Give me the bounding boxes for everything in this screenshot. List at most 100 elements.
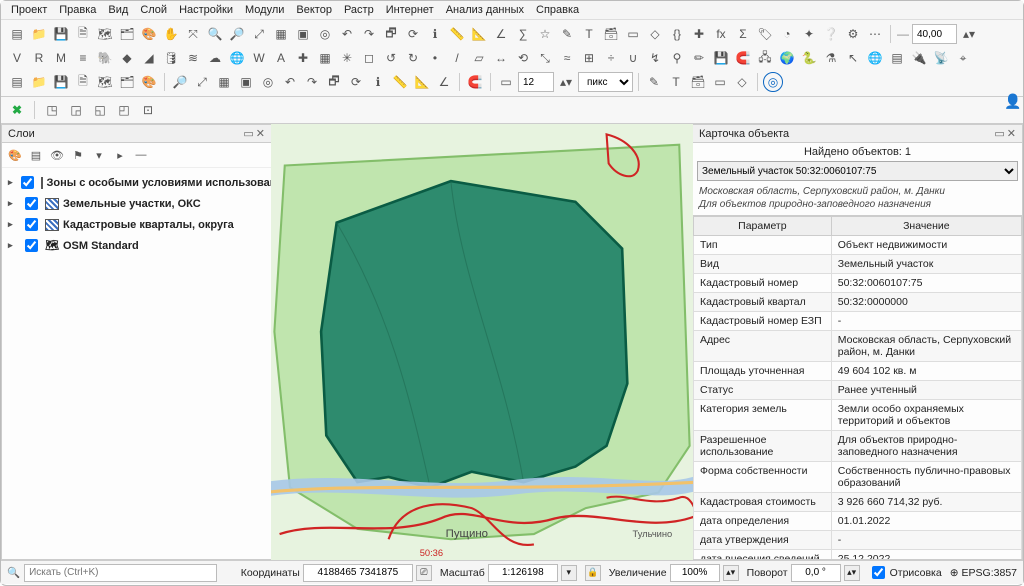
options-icon[interactable]: ⋯	[865, 24, 885, 44]
table-row[interactable]: ТипОбъект недвижимости	[694, 236, 1022, 255]
avoid-intersections-icon[interactable]: 🗃	[688, 72, 708, 92]
add-delimited-icon[interactable]: ≡	[73, 48, 93, 68]
add-mesh-icon[interactable]: M	[51, 48, 71, 68]
save-edits-icon[interactable]: 💾	[711, 48, 731, 68]
field-calculator-icon[interactable]: fx	[711, 24, 731, 44]
simplify-icon[interactable]: ≈	[557, 48, 577, 68]
snap-unit-select[interactable]: пикс	[578, 72, 633, 92]
add-arcgis-icon[interactable]: A	[271, 48, 291, 68]
table-row[interactable]: АдресМосковская область, Серпуховский ра…	[694, 331, 1022, 362]
select-expression-icon[interactable]: {}	[667, 24, 687, 44]
coordinates-input[interactable]	[303, 564, 413, 582]
layer-tree[interactable]: ▸Зоны с особыми условиями использования …	[2, 168, 271, 260]
table-open-icon[interactable]: ▤	[887, 48, 907, 68]
menu-вектор[interactable]: Вектор	[296, 4, 332, 16]
globe-icon[interactable]: 🌐	[865, 48, 885, 68]
redo-icon[interactable]: ↻	[403, 48, 423, 68]
merge-attrs-icon[interactable]: 📏	[390, 72, 410, 92]
crs-field[interactable]: ⊕ EPSG:3857	[950, 567, 1017, 579]
table-row[interactable]: Кадастровый номер50:32:0060107:75	[694, 274, 1022, 293]
tracing-icon[interactable]: T	[666, 72, 686, 92]
menu-слой[interactable]: Слой	[140, 4, 167, 16]
reshape-icon[interactable]: ↯	[645, 48, 665, 68]
reshape-feature-icon[interactable]: ↶	[280, 72, 300, 92]
save-as-icon[interactable]: 🗎	[73, 24, 93, 44]
table-row[interactable]: Категория земельЗемли особо охраняемых т…	[694, 400, 1022, 431]
select-freehand-icon[interactable]: 💾	[51, 72, 71, 92]
merge-features-icon[interactable]: ℹ	[368, 72, 388, 92]
node-c-icon[interactable]: ◱	[90, 100, 110, 120]
stats-icon[interactable]: ∑	[513, 24, 533, 44]
x-logo-icon[interactable]: ✖	[7, 100, 27, 120]
open-project-icon[interactable]: 📁	[29, 24, 49, 44]
render-toggle[interactable]: Отрисовка	[868, 563, 942, 582]
zoom-full-icon[interactable]: ⤢	[249, 24, 269, 44]
plugin-manager-icon[interactable]: 🔌	[909, 48, 929, 68]
move-feature-icon[interactable]: ↔	[491, 48, 511, 68]
magnifier-field[interactable]: Увеличение ▴▾	[609, 564, 739, 582]
new-project-icon[interactable]: ▤	[7, 24, 27, 44]
table-row[interactable]: Разрешенное использованиеДля объектов пр…	[694, 431, 1022, 462]
locate-icon[interactable]: ◎	[763, 72, 783, 92]
snapping-magnet-icon[interactable]: 🧲	[465, 72, 485, 92]
angle-snap-icon[interactable]: ◇	[732, 72, 752, 92]
table-row[interactable]: Кадастровая стоимость3 926 660 714,32 ру…	[694, 493, 1022, 512]
split-icon[interactable]: ÷	[601, 48, 621, 68]
labels-icon[interactable]: 🏷	[755, 24, 775, 44]
bookmarks-icon[interactable]: ☆	[535, 24, 555, 44]
refresh-icon[interactable]: ⟳	[403, 24, 423, 44]
menu-проект[interactable]: Проект	[11, 4, 47, 16]
add-wms-icon[interactable]: ☁	[205, 48, 225, 68]
close-icon[interactable]: ✕	[256, 127, 265, 140]
fill-ring-icon[interactable]: ▦	[214, 72, 234, 92]
select-features-icon[interactable]: ▭	[623, 24, 643, 44]
menubar[interactable]: ПроектПравкаВидСлойНастройкиМодулиВектор…	[1, 1, 1023, 20]
save-project-icon[interactable]: 💾	[51, 24, 71, 44]
vertex-tool-icon[interactable]: ⊞	[579, 48, 599, 68]
chevron-right-icon[interactable]: ▸	[8, 240, 17, 251]
style-manager-icon[interactable]: 🎨	[139, 24, 159, 44]
decorations-icon[interactable]: ✦	[799, 24, 819, 44]
menu-растр[interactable]: Растр	[344, 4, 374, 16]
expand-all-icon[interactable]: ▾	[90, 146, 108, 164]
split-features-icon[interactable]: 🗗	[324, 72, 344, 92]
annotations-icon[interactable]: ✎	[557, 24, 577, 44]
zoom-selection-icon[interactable]: ▦	[271, 24, 291, 44]
table-row[interactable]: Кадастровый номер ЕЗП-	[694, 312, 1022, 331]
table-row[interactable]: Кадастровый квартал50:32:0000000	[694, 293, 1022, 312]
stepper-icon[interactable]: ▴▾	[844, 565, 860, 581]
menu-справка[interactable]: Справка	[536, 4, 579, 16]
form-icon[interactable]: ✚	[689, 24, 709, 44]
rotation-input[interactable]	[791, 564, 841, 582]
new-map-view-icon[interactable]: 🗗	[381, 24, 401, 44]
table-row[interactable]: ВидЗемельный участок	[694, 255, 1022, 274]
layout-manager-icon[interactable]: 🗂	[117, 24, 137, 44]
add-wcs-icon[interactable]: 🌐	[227, 48, 247, 68]
undock-icon[interactable]: ▭	[994, 127, 1004, 140]
processing-icon[interactable]: ⚗	[821, 48, 841, 68]
zoom-out-icon[interactable]: 🔎	[227, 24, 247, 44]
chevron-right-icon[interactable]: ▸	[8, 219, 17, 230]
invert-selection-icon[interactable]: 🎨	[139, 72, 159, 92]
node-a-icon[interactable]: ◳	[42, 100, 62, 120]
layer-item[interactable]: ▸Кадастровые кварталы, округа	[8, 214, 265, 235]
deselect-icon[interactable]: ◇	[645, 24, 665, 44]
select-poly-icon[interactable]: 📁	[29, 72, 49, 92]
zoom-in-icon[interactable]: 🔍	[205, 24, 225, 44]
close-icon[interactable]: ✕	[1007, 127, 1016, 140]
python-icon[interactable]: 🐍	[799, 48, 819, 68]
rotate-point-icon[interactable]: 📐	[412, 72, 432, 92]
delete-ring-icon[interactable]: ▣	[236, 72, 256, 92]
measure-angle-icon[interactable]: ∠	[491, 24, 511, 44]
layer-item[interactable]: ▸Зоны с особыми условиями использования …	[8, 172, 265, 193]
add-postgis-icon[interactable]: 🐘	[95, 48, 115, 68]
attributes-icon[interactable]: 🗃	[601, 24, 621, 44]
scale-feature-icon[interactable]: ⤡	[535, 48, 555, 68]
trim-extend-icon[interactable]: ∠	[434, 72, 454, 92]
measure-line-icon[interactable]: 📏	[447, 24, 467, 44]
pan-icon[interactable]: ✋	[161, 24, 181, 44]
extent-toggle-icon[interactable]: ⎚	[416, 565, 432, 581]
table-row[interactable]: дата утверждения-	[694, 531, 1022, 550]
zoom-last-icon[interactable]: ↶	[337, 24, 357, 44]
digitize-polygon-icon[interactable]: ▱	[469, 48, 489, 68]
